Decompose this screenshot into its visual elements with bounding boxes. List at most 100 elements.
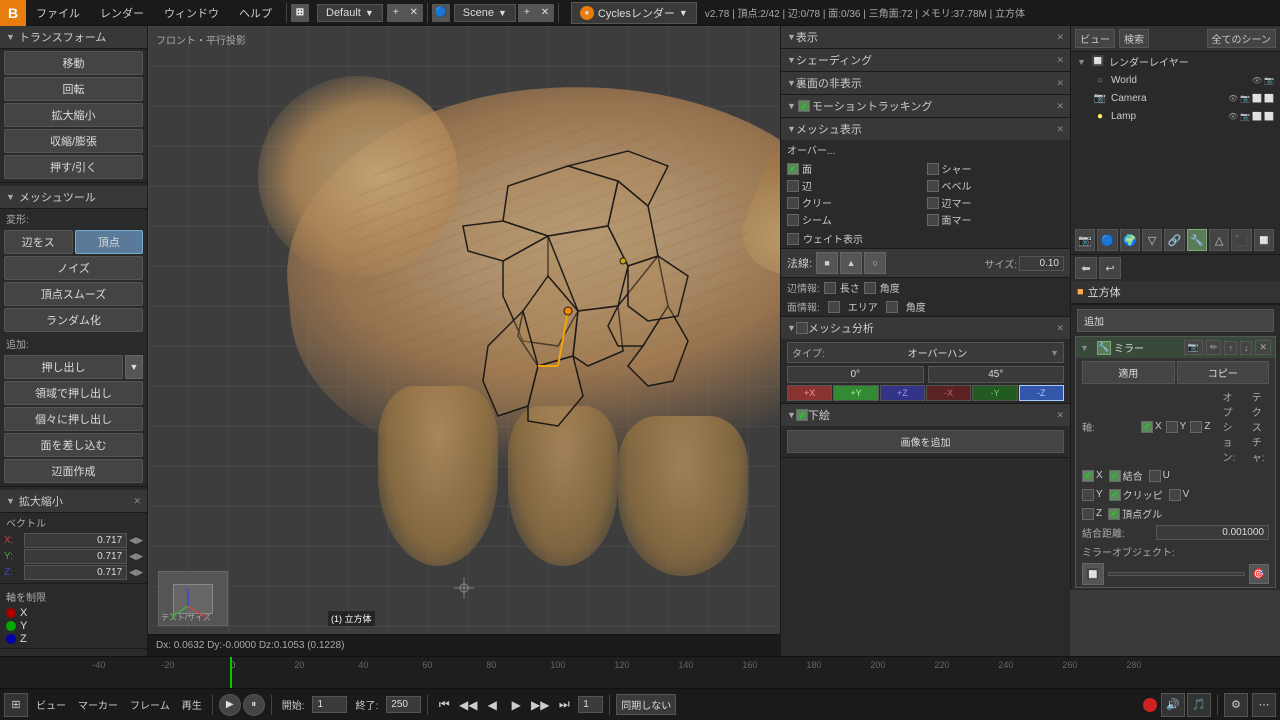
merge-check[interactable]: ✓ 結合 [1109,468,1143,483]
crease-check[interactable]: クリー [787,195,925,210]
face-check[interactable]: ✓ 面 [787,161,925,176]
extrude-dropdown[interactable]: ▼ [125,355,143,379]
angle1[interactable]: 0° [787,366,924,383]
sync-dropdown[interactable]: 同期しない [616,694,676,715]
constraint-props-icon[interactable]: 🔗 [1164,229,1184,251]
motion-tracking-check[interactable]: ✓ [798,100,810,112]
camera-extra-icon[interactable]: ⬜ [1264,94,1274,103]
vertex-btn[interactable]: 頂点 [75,230,144,254]
backface-header[interactable]: ▼ 裏面の非表示 ✕ [781,72,1070,94]
vertex-normals-btn[interactable]: ▲ [840,252,862,274]
z-axis-mod-check[interactable]: Z [1190,421,1210,433]
face-area-check[interactable] [828,301,840,313]
view-btn[interactable]: ビュー [1075,29,1115,48]
mirror-obj-icon[interactable]: 🔲 [1082,563,1104,585]
modifier-props-icon[interactable]: 🔧 [1187,229,1207,251]
timeline-track[interactable]: -40 -20 0 20 40 60 80 100 120 140 160 18… [0,657,1280,688]
plus-x-btn[interactable]: +X [787,385,832,401]
scene-props-icon[interactable]: 🔵 [1097,229,1117,251]
play-label[interactable]: 再生 [178,697,206,712]
scale-btn[interactable]: 拡大縮小 [4,103,143,127]
add-screen-btn[interactable]: + [387,4,405,22]
close-screen-btn[interactable]: ✕ [405,4,423,22]
minus-y-btn[interactable]: -Y [972,385,1017,401]
shrink-fatten-btn[interactable]: 収縮/膨張 [4,129,143,153]
record-btn[interactable] [1143,698,1157,712]
extrude-btn[interactable]: 押し出し [4,355,123,379]
scene-selector[interactable]: Scene ▼ [454,4,516,22]
bevel-check[interactable]: ベベル [927,178,1065,193]
push-pull-btn[interactable]: 押す/引く [4,155,143,179]
inset-faces-btn[interactable]: 面を差し込む [4,433,143,457]
modifier-up-btn[interactable]: ↑ [1224,341,1237,355]
modifier-down-btn[interactable]: ↓ [1240,341,1253,355]
play-btn[interactable]: ▶ [506,695,526,715]
settings-icon[interactable]: ⚙ [1224,693,1248,717]
workspace-selector[interactable]: Default ▼ [317,4,383,22]
fps-input[interactable]: 1 [578,696,603,713]
world-props-icon[interactable]: 🌍 [1120,229,1140,251]
view-label[interactable]: ビュー [32,697,70,712]
jump-end-btn[interactable]: ⏭ [554,695,574,715]
modifier-delete-btn[interactable]: ✕ [1255,340,1271,355]
lamp-extra-icon[interactable]: ⬜ [1264,112,1274,121]
object-props-icon[interactable]: ▽ [1142,229,1162,251]
edge-check-display[interactable]: 辺 [787,178,925,193]
display-header[interactable]: ▼ 表示 ✕ [781,26,1070,48]
menu-file[interactable]: ファイル [26,0,90,26]
mesh-display-header[interactable]: ▼ メッシュ表示 ✕ [781,118,1070,140]
z-value[interactable]: 0.717 [24,565,127,580]
merge-dist-val[interactable]: 0.001000 [1156,525,1269,540]
playback-indicator[interactable]: ⏸ [243,694,265,716]
mesh-analysis-type[interactable]: タイプ: オーバーハン ▼ [787,342,1064,363]
render-layers-item[interactable]: ▼ 🔲 レンダーレイヤー [1071,52,1280,71]
lamp-eye-icon[interactable]: 👁 [1228,112,1238,121]
smooth-vertices-btn[interactable]: 頂点スムーズ [4,282,143,306]
audio-icon[interactable]: 🔊 [1161,693,1185,717]
audio-sync-icon[interactable]: 🎵 [1187,693,1211,717]
clipping-check[interactable]: ✓ クリッピ [1109,487,1163,502]
world-render-icon[interactable]: 📷 [1264,76,1274,85]
modifier-collapse-icon[interactable]: ▼ [1080,343,1094,353]
add-modifier-btn[interactable]: 追加 [1077,309,1274,332]
u-check[interactable]: U [1149,468,1170,483]
y-axis-mod-check[interactable]: Y [1166,421,1187,433]
modifier-render-btn[interactable]: 📷 [1184,340,1203,355]
y-value[interactable]: 0.717 [24,549,127,564]
jump-back-btn[interactable]: ◀◀ [458,695,478,715]
extrude-region-btn[interactable]: 領域で押し出し [4,381,143,405]
underlay-check[interactable]: ✓ [796,409,808,421]
normals-size-val[interactable]: 0.10 [1019,256,1064,271]
face-angle-check[interactable] [886,301,898,313]
seam-check[interactable]: シーム [787,212,925,227]
nav-icon-2[interactable]: ↩ [1099,257,1121,279]
camera-item[interactable]: 📷 Camera 👁 📷 ⬜ ⬜ [1071,89,1280,107]
start-frame-input[interactable]: 1 [312,696,347,713]
frame-label[interactable]: フレーム [126,697,174,712]
plus-z-btn[interactable]: +Z [880,385,925,401]
mesh-analysis-header[interactable]: ▼ メッシュ分析 ✕ [781,317,1070,339]
weight-display-check[interactable] [787,233,799,245]
render-engine-selector[interactable]: ● Cyclesレンダー ▼ [571,2,697,24]
material-props-icon[interactable]: ⬛ [1231,229,1251,251]
fill-btn[interactable]: 辺面作成 [4,459,143,483]
modifier-edit-btn[interactable]: ✏ [1206,340,1222,355]
x-value[interactable]: 0.717 [24,533,127,548]
minus-x-btn[interactable]: -X [926,385,971,401]
extrude-individual-btn[interactable]: 個々に押し出し [4,407,143,431]
mirror-obj-search[interactable] [1108,572,1245,576]
y-opt-check[interactable]: Y [1082,487,1103,502]
menu-render[interactable]: レンダー [90,0,154,26]
mesh-analysis-check[interactable] [796,322,808,334]
lamp-render-icon[interactable]: 📷 [1240,112,1250,121]
underlay-header[interactable]: ▼ ✓ 下絵 ✕ [781,404,1070,426]
z-opt-check[interactable]: Z [1082,506,1102,521]
nav-icon-1[interactable]: ⬅ [1075,257,1097,279]
more-icon[interactable]: ⋯ [1252,693,1276,717]
vertex-group-check[interactable]: ✓ 頂点グル [1108,506,1162,521]
world-item[interactable]: ○ World 👁 📷 [1071,71,1280,89]
marker-label[interactable]: マーカー [74,697,122,712]
viewport[interactable]: フロント・平行投影 [148,26,780,656]
face-mark-check[interactable]: 面マー [927,212,1065,227]
motion-tracking-header[interactable]: ▼ ✓ モーショントラッキング ✕ [781,95,1070,117]
